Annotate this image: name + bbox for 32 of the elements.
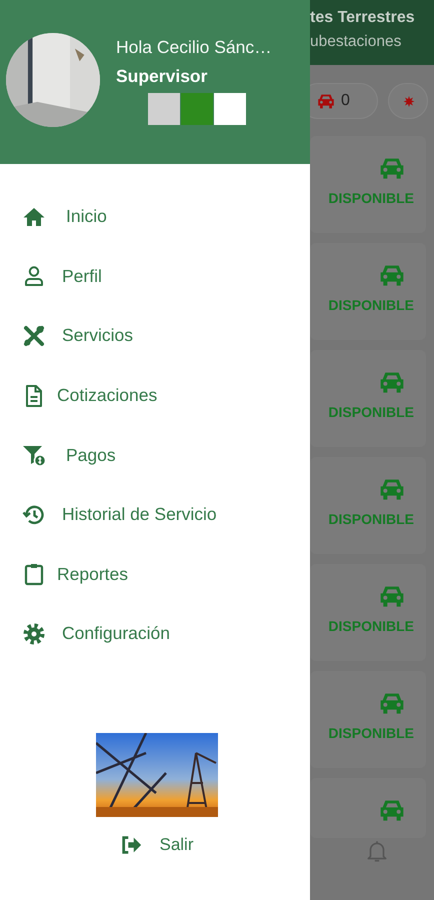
- person-icon: [22, 264, 46, 288]
- color-swatch[interactable]: [148, 93, 180, 125]
- menu-item[interactable]: Inicio: [0, 187, 310, 247]
- status-label: DISPONIBLE: [328, 297, 414, 313]
- logout-icon: [120, 834, 142, 856]
- count-text: 0: [341, 92, 350, 110]
- history-icon: [22, 502, 46, 527]
- menu-item[interactable]: Pagos: [0, 425, 310, 485]
- menu-item[interactable]: Servicios: [0, 306, 310, 366]
- status-label: DISPONIBLE: [328, 404, 414, 420]
- menu-item[interactable]: Perfil: [0, 246, 310, 306]
- menu-item[interactable]: Reportes: [0, 544, 310, 604]
- app-title: tes Terrestres: [310, 9, 416, 27]
- user-role: Supervisor: [116, 66, 208, 87]
- unit-card[interactable]: [310, 778, 426, 838]
- status-label: DISPONIBLE: [328, 190, 414, 206]
- funnel-coin-icon: [22, 443, 46, 468]
- clipboard-icon: [22, 562, 46, 586]
- logout-button[interactable]: Salir: [120, 834, 194, 856]
- tools-icon: [22, 324, 46, 348]
- menu-item[interactable]: Cotizaciones: [0, 366, 310, 426]
- color-swatch[interactable]: [214, 93, 246, 125]
- status-label: DISPONIBLE: [328, 511, 414, 527]
- menu-item[interactable]: Historial de Servicio: [0, 484, 310, 545]
- filter-chip[interactable]: [388, 83, 428, 119]
- menu-item[interactable]: Configuración: [0, 604, 310, 664]
- app-subtitle: ubestaciones: [310, 33, 402, 51]
- status-label: DISPONIBLE: [328, 725, 414, 741]
- color-swatch[interactable]: [181, 93, 213, 125]
- user-greeting: Hola Cecilio Sánc…: [116, 37, 272, 58]
- status-label: DISPONIBLE: [328, 618, 414, 634]
- settings-icon: [22, 622, 46, 646]
